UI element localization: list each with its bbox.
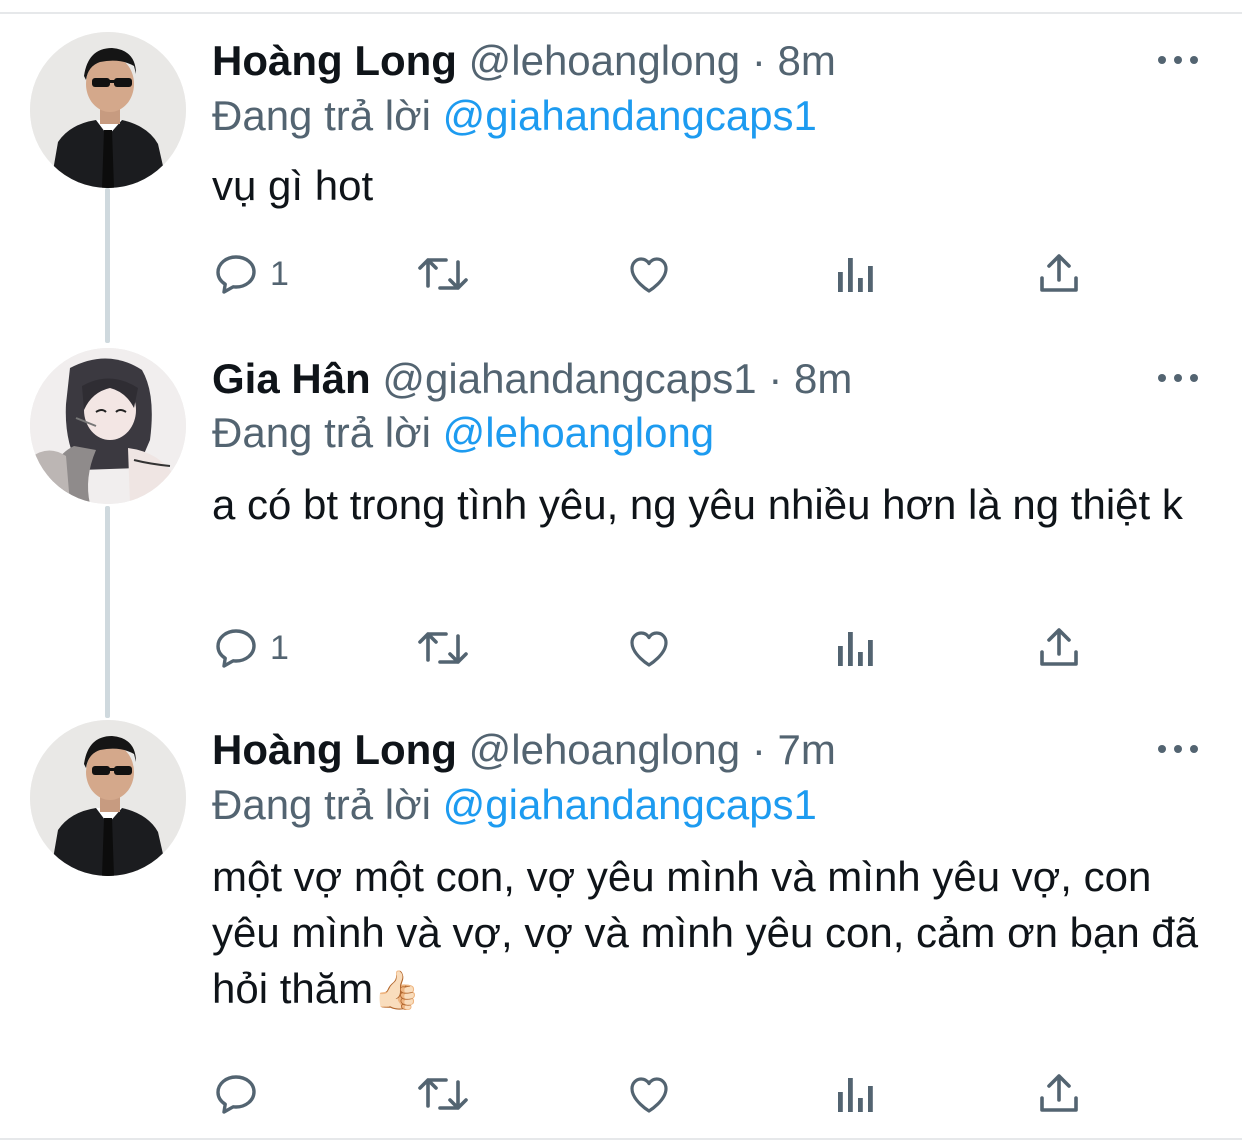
tweet-text: a có bt trong tình yêu, ng yêu nhiều hơn… xyxy=(212,481,1183,528)
username[interactable]: @giahandangcaps1 xyxy=(382,355,756,402)
like-button[interactable] xyxy=(624,248,674,300)
share-button[interactable] xyxy=(1036,248,1082,300)
tweet-header: Hoàng Long @lehoanglong · 8m xyxy=(212,36,836,86)
action-bar: 1 xyxy=(212,622,1092,674)
tweet-header: Hoàng Long @lehoanglong · 7m xyxy=(212,725,836,775)
avatar[interactable] xyxy=(30,32,186,188)
action-bar: 1 xyxy=(212,248,1092,300)
avatar[interactable] xyxy=(30,348,186,504)
reply-bubble-icon xyxy=(216,255,256,294)
action-bar xyxy=(212,1068,1092,1120)
more-options-button[interactable] xyxy=(1158,50,1202,70)
retweet-icon xyxy=(418,258,468,290)
separator-dot: · xyxy=(751,37,766,84)
replying-to-label: Đang trả lời xyxy=(212,409,431,456)
heart-icon xyxy=(630,257,668,293)
like-button[interactable] xyxy=(624,1068,674,1120)
reply-bubble-icon xyxy=(216,629,256,668)
replying-to-label: Đang trả lời xyxy=(212,781,431,828)
display-name[interactable]: Hoàng Long xyxy=(212,726,457,773)
replying-to: Đang trả lời @giahandangcaps1 xyxy=(212,91,817,141)
analytics-button[interactable] xyxy=(832,1068,878,1120)
share-upload-icon xyxy=(1040,628,1078,666)
avatar[interactable] xyxy=(30,720,186,876)
more-dots-icon xyxy=(1158,56,1166,64)
bottom-divider xyxy=(0,1138,1242,1140)
reply-button[interactable]: 1 xyxy=(212,248,289,300)
tweet-header: Gia Hân @giahandangcaps1 · 8m xyxy=(212,354,852,404)
mention-link[interactable]: @lehoanglong xyxy=(443,409,715,456)
more-dots-icon xyxy=(1158,745,1166,753)
share-button[interactable] xyxy=(1036,1068,1082,1120)
thread-connector xyxy=(105,188,110,343)
replying-to-label: Đang trả lời xyxy=(212,92,431,139)
reply-bubble-icon xyxy=(216,1075,256,1114)
separator-dot: · xyxy=(751,726,766,773)
analytics-button[interactable] xyxy=(832,622,878,674)
analytics-bars-icon xyxy=(838,258,873,292)
analytics-bars-icon xyxy=(838,632,873,666)
analytics-bars-icon xyxy=(838,1078,873,1112)
retweet-icon xyxy=(418,1078,468,1110)
username[interactable]: @lehoanglong xyxy=(469,37,741,84)
share-upload-icon xyxy=(1040,1074,1078,1112)
timestamp[interactable]: 8m xyxy=(794,355,852,402)
tweet-text: vụ gì hot xyxy=(212,162,374,209)
retweet-icon xyxy=(418,632,468,664)
username[interactable]: @lehoanglong xyxy=(469,726,741,773)
top-divider xyxy=(0,12,1242,14)
more-dots-icon xyxy=(1158,374,1166,382)
mention-link[interactable]: @giahandangcaps1 xyxy=(443,92,817,139)
tweet-text-content: một vợ một con, vợ yêu mình và mình yêu … xyxy=(212,853,1199,1012)
retweet-button[interactable] xyxy=(414,622,472,674)
timestamp[interactable]: 8m xyxy=(778,37,836,84)
tweet-text: một vợ một con, vợ yêu mình và mình yêu … xyxy=(212,849,1212,1019)
heart-icon xyxy=(630,1077,668,1113)
share-upload-icon xyxy=(1040,254,1078,292)
like-button[interactable] xyxy=(624,622,674,674)
more-options-button[interactable] xyxy=(1158,368,1202,388)
reply-count: 1 xyxy=(270,254,289,293)
retweet-button[interactable] xyxy=(414,248,472,300)
more-options-button[interactable] xyxy=(1158,739,1202,759)
display-name[interactable]: Gia Hân xyxy=(212,355,371,402)
mention-link[interactable]: @giahandangcaps1 xyxy=(443,781,817,828)
replying-to: Đang trả lời @lehoanglong xyxy=(212,408,714,458)
retweet-button[interactable] xyxy=(414,1068,472,1120)
reply-button[interactable]: 1 xyxy=(212,622,289,674)
replying-to: Đang trả lời @giahandangcaps1 xyxy=(212,780,817,830)
heart-icon xyxy=(630,631,668,667)
reply-button[interactable] xyxy=(212,1068,270,1120)
thread-connector xyxy=(105,506,110,718)
display-name[interactable]: Hoàng Long xyxy=(212,37,457,84)
analytics-button[interactable] xyxy=(832,248,878,300)
reply-count: 1 xyxy=(270,628,289,667)
share-button[interactable] xyxy=(1036,622,1082,674)
separator-dot: · xyxy=(768,355,783,402)
timestamp[interactable]: 7m xyxy=(778,726,836,773)
thumbs-up-emoji: 👍🏻 xyxy=(373,970,421,1012)
